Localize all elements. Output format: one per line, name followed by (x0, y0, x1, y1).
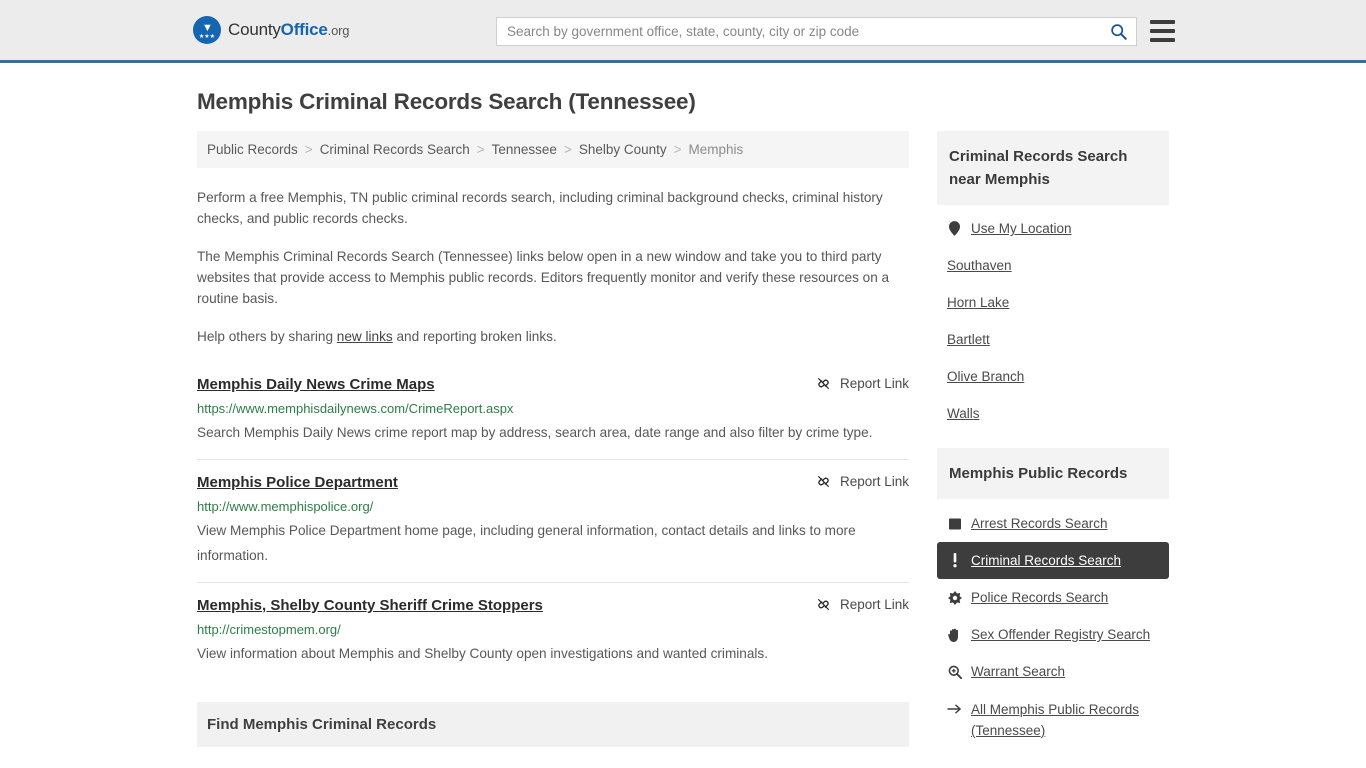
breadcrumb: Public Records > Criminal Records Search… (197, 131, 909, 168)
link-entry-url: https://www.memphisdailynews.com/CrimeRe… (197, 401, 514, 416)
sidebar: Criminal Records Search near Memphis Use… (937, 131, 1169, 750)
link-entry-title[interactable]: Memphis Daily News Crime Maps (197, 375, 435, 394)
breadcrumb-separator: > (476, 142, 485, 157)
sidebar-nearby-label[interactable]: Olive Branch (947, 367, 1024, 386)
sidebar-item-walls[interactable]: Walls (937, 395, 1169, 432)
logo-org: .org (327, 23, 350, 38)
page-title: Memphis Criminal Records Search (Tenness… (197, 89, 696, 114)
main-column: Public Records > Criminal Records Search… (197, 131, 909, 768)
new-links-link[interactable]: new links (337, 329, 393, 344)
sidebar-record-label[interactable]: Sex Offender Registry Search (971, 625, 1150, 644)
breadcrumb-separator: > (563, 142, 572, 157)
find-records-heading: Find Memphis Criminal Records (197, 702, 909, 747)
breadcrumb-item-tennessee[interactable]: Tennessee (492, 142, 557, 157)
site-logo[interactable]: ▼ ★★★ CountyOffice.org (193, 16, 349, 44)
broken-link-icon (816, 376, 831, 391)
link-entry-url: http://crimestopmem.org/ (197, 622, 341, 637)
link-entry-head: Memphis, Shelby County Sheriff Crime Sto… (197, 596, 909, 615)
sidebar-nearby-label[interactable]: Walls (947, 404, 980, 423)
sidebar-record-label[interactable]: Criminal Records Search (971, 551, 1121, 570)
sidebar-item-use-my-location[interactable]: Use My Location (937, 205, 1169, 247)
report-link-button[interactable]: Report Link (816, 473, 909, 489)
breadcrumb-separator: > (304, 142, 313, 157)
breadcrumb-item-criminal-records-search[interactable]: Criminal Records Search (320, 142, 470, 157)
report-link-button[interactable]: Report Link (816, 375, 909, 391)
search-bar[interactable] (496, 17, 1137, 46)
intro-p3-before: Help others by sharing (197, 329, 337, 344)
search-input[interactable] (497, 18, 1100, 45)
magnifier-plus-icon (947, 662, 962, 681)
link-entry: Memphis Police Department Report Link ht… (197, 459, 909, 582)
broken-link-icon (816, 597, 831, 612)
sidebar-item-police-records-search[interactable]: Police Records Search (937, 579, 1169, 616)
find-records-section: Find Memphis Criminal Records Memphis Cr… (197, 702, 909, 768)
police-badge-icon (947, 588, 962, 607)
sidebar-nearby-label[interactable]: Southaven (947, 256, 1012, 275)
sidebar-item-horn-lake[interactable]: Horn Lake (937, 284, 1169, 321)
breadcrumb-item-shelby-county[interactable]: Shelby County (579, 142, 667, 157)
sidebar-item-all-public-records[interactable]: All Memphis Public Records (Tennessee) (937, 690, 1169, 750)
site-header: ▼ ★★★ CountyOffice.org (0, 0, 1366, 63)
link-entry: Memphis, Shelby County Sheriff Crime Sto… (197, 582, 909, 680)
find-records-body: Memphis Criminal Records contain an indi… (197, 764, 909, 768)
link-entry-head: Memphis Police Department Report Link (197, 473, 909, 492)
sidebar-nearby-list: Use My Location Southaven Horn Lake Bart… (937, 205, 1169, 432)
sidebar-item-southaven[interactable]: Southaven (937, 247, 1169, 284)
hamburger-menu-icon[interactable] (1150, 20, 1175, 42)
sidebar-nearby-label[interactable]: Use My Location (971, 219, 1072, 238)
breadcrumb-separator: > (673, 142, 682, 157)
sidebar-item-bartlett[interactable]: Bartlett (937, 321, 1169, 358)
sidebar-item-warrant-search[interactable]: Warrant Search (937, 653, 1169, 690)
logo-text: CountyOffice.org (228, 20, 349, 40)
sidebar-nearby-label[interactable]: Horn Lake (947, 293, 1009, 312)
sidebar-public-records-heading: Memphis Public Records (937, 448, 1169, 499)
report-link-label: Report Link (839, 376, 909, 391)
search-icon[interactable] (1100, 18, 1136, 45)
intro-paragraph-2: The Memphis Criminal Records Search (Ten… (197, 249, 890, 306)
link-entry-description: View information about Memphis and Shelb… (197, 646, 769, 661)
intro-section: Perform a free Memphis, TN public crimin… (197, 187, 909, 347)
sidebar-record-label[interactable]: Police Records Search (971, 588, 1108, 607)
sidebar-item-criminal-records-search[interactable]: Criminal Records Search (937, 542, 1169, 579)
eagle-seal-icon: ▼ ★★★ (193, 16, 221, 44)
map-pin-icon (947, 219, 962, 238)
sidebar-record-label[interactable]: All Memphis Public Records (Tennessee) (971, 699, 1159, 741)
link-entry: Memphis Daily News Crime Maps Report Lin… (197, 363, 909, 459)
sidebar-item-sex-offender-registry-search[interactable]: Sex Offender Registry Search (937, 616, 1169, 653)
sidebar-nearby-label[interactable]: Bartlett (947, 330, 990, 349)
intro-p3-after: and reporting broken links. (392, 329, 557, 344)
link-entry-title[interactable]: Memphis, Shelby County Sheriff Crime Sto… (197, 596, 543, 615)
link-entry-description: Search Memphis Daily News crime report m… (197, 425, 873, 440)
resource-link-list: Memphis Daily News Crime Maps Report Lin… (197, 363, 909, 680)
arrow-right-icon (947, 699, 962, 718)
sidebar-record-label[interactable]: Arrest Records Search (971, 514, 1108, 533)
sidebar-item-olive-branch[interactable]: Olive Branch (937, 358, 1169, 395)
report-link-label: Report Link (839, 597, 909, 612)
page-body: Memphis Criminal Records Search (Tenness… (0, 89, 1366, 768)
link-entry-head: Memphis Daily News Crime Maps Report Lin… (197, 375, 909, 394)
sidebar-nearby-heading: Criminal Records Search near Memphis (937, 131, 1169, 205)
fingerprint-card-icon (947, 514, 962, 533)
breadcrumb-item-public-records[interactable]: Public Records (207, 142, 298, 157)
content-row: Public Records > Criminal Records Search… (197, 131, 1169, 768)
logo-office: Office (280, 20, 328, 39)
sidebar-public-records-list: Arrest Records Search Criminal Records S… (937, 505, 1169, 750)
report-link-label: Report Link (839, 474, 909, 489)
hand-icon (947, 625, 962, 644)
intro-paragraph-3: Help others by sharing new links and rep… (197, 326, 909, 347)
exclamation-icon (947, 551, 962, 570)
link-entry-url: http://www.memphispolice.org/ (197, 499, 374, 514)
link-entry-title[interactable]: Memphis Police Department (197, 473, 398, 492)
intro-paragraph-1: Perform a free Memphis, TN public crimin… (197, 190, 883, 226)
link-entry-description: View Memphis Police Department home page… (197, 523, 856, 563)
sidebar-item-arrest-records-search[interactable]: Arrest Records Search (937, 505, 1169, 542)
report-link-button[interactable]: Report Link (816, 596, 909, 612)
logo-county: County (228, 20, 281, 39)
broken-link-icon (816, 474, 831, 489)
breadcrumb-item-memphis: Memphis (688, 142, 744, 157)
sidebar-record-label[interactable]: Warrant Search (971, 662, 1065, 681)
